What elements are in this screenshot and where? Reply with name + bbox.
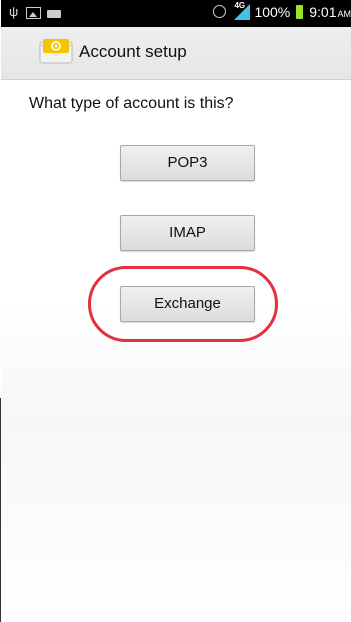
phone-screen: ψ 4G 100% 9:01AM Account setup What type… xyxy=(1,0,351,622)
action-bar: Account setup xyxy=(1,27,351,80)
imap-button[interactable]: IMAP xyxy=(120,215,255,251)
alarm-icon xyxy=(213,5,227,18)
clock-time: 9:01 xyxy=(309,3,337,20)
status-bar-notifications: ψ xyxy=(9,4,61,20)
signal-icon: 4G xyxy=(234,1,251,20)
status-bar: ψ 4G 100% 9:01AM xyxy=(1,0,351,27)
image-icon xyxy=(26,7,41,19)
account-type-question: What type of account is this? xyxy=(29,95,234,112)
clock: 9:01AM xyxy=(309,4,351,20)
signal-label: 4G xyxy=(234,1,246,10)
battery-percent: 100% xyxy=(254,3,291,20)
pop3-button[interactable]: POP3 xyxy=(120,145,255,181)
action-bar-title: Account setup xyxy=(79,42,187,61)
highlight-circle-annotation xyxy=(88,266,278,342)
email-app-icon[interactable] xyxy=(39,38,73,64)
battery-icon xyxy=(296,4,304,19)
usb-icon: ψ xyxy=(9,4,19,19)
clock-ampm: AM xyxy=(337,8,351,19)
status-bar-system: 4G 100% 9:01AM xyxy=(213,1,351,20)
keyboard-icon xyxy=(47,9,61,18)
